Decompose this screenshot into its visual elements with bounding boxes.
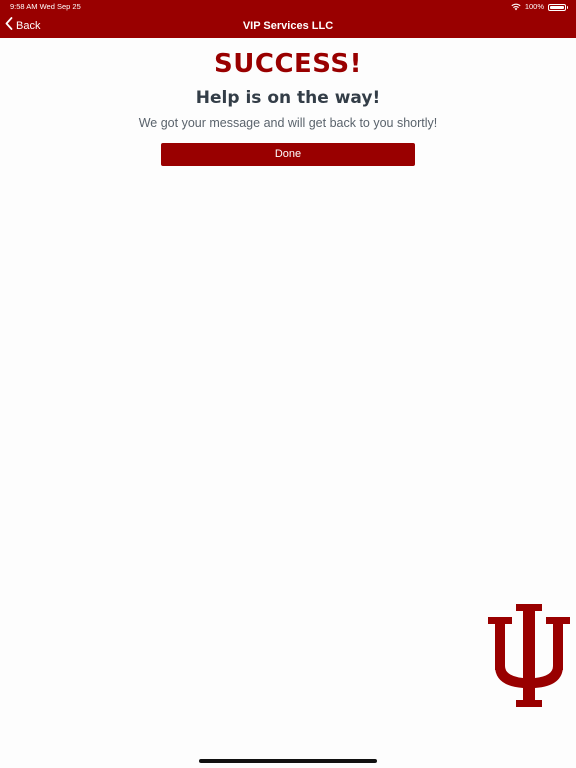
wifi-icon [511,3,521,11]
battery-icon [548,3,568,11]
nav-title: VIP Services LLC [242,20,334,32]
battery-level-fill [550,5,564,9]
home-indicator[interactable] [199,759,377,763]
success-heading: SUCCESS! [214,49,362,79]
status-indicators: 100% [511,2,568,12]
confirmation-message: We got your message and will get back to… [138,116,438,130]
header-bar: 9:58 AM Wed Sep 25 100% Back VIP Service… [0,0,576,38]
trident-logo-icon [488,604,570,710]
subtitle: Help is on the way! [195,88,381,108]
status-time: 9:58 AM Wed Sep 25 [10,2,81,11]
success-screen: 9:58 AM Wed Sep 25 100% Back VIP Service… [0,0,576,768]
done-button[interactable]: Done [161,143,415,166]
battery-percent: 100% [524,2,544,11]
